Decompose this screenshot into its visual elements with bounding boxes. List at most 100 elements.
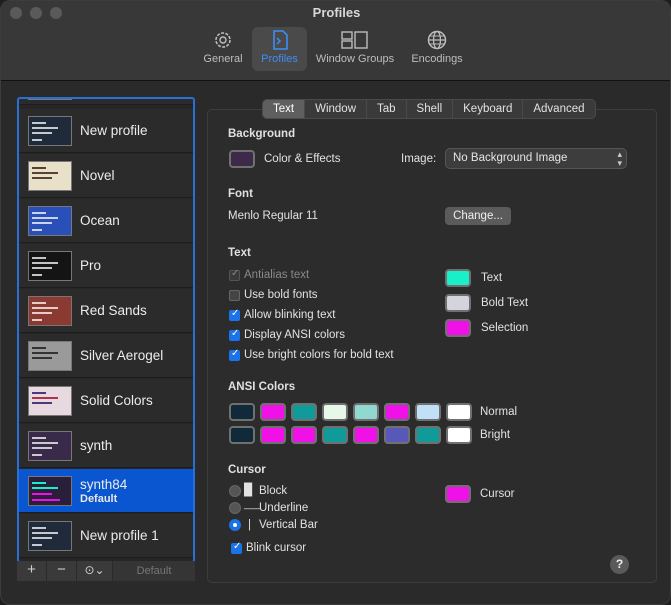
settings-tabs: Text Window Tab Shell Keyboard Advanced <box>262 99 596 119</box>
change-font-button[interactable]: Change... <box>445 207 511 225</box>
tab-shell[interactable]: Shell <box>407 100 454 118</box>
profiles-icon <box>252 27 307 53</box>
profile-thumbnail <box>28 205 72 236</box>
profile-row[interactable]: Solid Colors <box>19 379 193 423</box>
ansi-normal-swatch-7[interactable] <box>446 403 472 421</box>
ansi-bright-swatch-3[interactable] <box>322 426 348 444</box>
tab-window[interactable]: Window <box>305 100 367 118</box>
set-default-button[interactable]: Default <box>113 561 195 581</box>
profile-name: synth <box>80 438 113 453</box>
tab-advanced[interactable]: Advanced <box>523 100 594 118</box>
ansi-bright-swatch-2[interactable] <box>291 426 317 444</box>
add-profile-button[interactable]: + <box>17 561 47 581</box>
tab-text[interactable]: Text <box>263 100 306 118</box>
ansi-bright-swatch-7[interactable] <box>446 426 472 444</box>
ansi-bright-swatch-0[interactable] <box>229 426 255 444</box>
toolbar-window-groups-label: Window Groups <box>315 53 395 65</box>
profile-name: Ocean <box>80 213 120 228</box>
ansi-normal-swatch-2[interactable] <box>291 403 317 421</box>
cursor-color-swatch[interactable] <box>445 485 471 503</box>
ansi-bright-swatch-5[interactable] <box>384 426 410 444</box>
selection-color-swatch[interactable] <box>445 319 471 337</box>
background-color-swatch[interactable] <box>229 150 255 168</box>
ansi-bright-swatch-4[interactable] <box>353 426 379 444</box>
tab-tab[interactable]: Tab <box>367 100 407 118</box>
blink-cursor-checkbox[interactable] <box>231 541 242 554</box>
ansi-bright-swatch-6[interactable] <box>415 426 441 444</box>
bold-text-color-label: Bold Text <box>481 297 529 309</box>
blink-cursor-label: Blink cursor <box>246 542 307 554</box>
profile-thumbnail <box>28 340 72 371</box>
profile-row[interactable]: Red Sands <box>19 289 193 333</box>
bold-fonts-checkbox[interactable] <box>229 290 240 301</box>
profile-row[interactable]: synth <box>19 424 193 468</box>
ansi-colors-checkbox[interactable] <box>229 328 240 341</box>
cursor-color-label: Cursor <box>480 488 515 500</box>
toolbar: Profiles General Profiles Window Groups … <box>1 1 670 81</box>
profile-row-selected[interactable]: synth84 Default <box>19 469 193 513</box>
cursor-block-glyph: █ <box>244 484 253 496</box>
toolbar-general-label: General <box>203 53 243 65</box>
window-title: Profiles <box>312 5 361 20</box>
ansi-normal-swatch-6[interactable] <box>415 403 441 421</box>
profile-row-partial[interactable] <box>19 99 193 105</box>
profile-name: New profile <box>80 123 148 138</box>
profiles-window: Profiles General Profiles Window Groups … <box>0 0 671 605</box>
text-color-swatch[interactable] <box>445 269 471 287</box>
ansi-normal-swatch-4[interactable] <box>353 403 379 421</box>
default-profile-badge: Default <box>80 492 118 505</box>
cursor-vertical-bar-radio[interactable] <box>229 519 241 531</box>
more-actions-button[interactable]: ⊙⌄ <box>77 561 113 581</box>
profile-name: New profile 1 <box>80 528 159 543</box>
antialias-label: Antialias text <box>244 269 310 281</box>
text-color-label: Text <box>481 272 503 284</box>
profile-row[interactable]: Pro <box>19 244 193 288</box>
gear-icon <box>200 27 246 53</box>
bold-text-color-swatch[interactable] <box>445 294 471 312</box>
profile-row[interactable]: New profile <box>19 109 193 153</box>
profile-thumbnail <box>28 520 72 551</box>
profile-name: Novel <box>80 168 115 183</box>
profile-name: Pro <box>80 258 102 273</box>
blinking-text-checkbox[interactable] <box>229 308 240 321</box>
selection-color-label: Selection <box>481 322 529 334</box>
ansi-normal-swatch-0[interactable] <box>229 403 255 421</box>
font-header: Font <box>228 188 253 200</box>
ansi-bright-label: Bright <box>480 429 511 441</box>
font-value: Menlo Regular 11 <box>228 210 318 222</box>
ansi-normal-swatch-5[interactable] <box>384 403 410 421</box>
remove-profile-button[interactable]: − <box>47 561 77 581</box>
profile-row[interactable]: Ocean <box>19 199 193 243</box>
ansi-normal-swatch-1[interactable] <box>260 403 286 421</box>
profile-list[interactable]: New profile Novel Ocean Pro Red Sands Si… <box>17 97 195 563</box>
tab-keyboard[interactable]: Keyboard <box>453 100 524 118</box>
toolbar-encodings-button[interactable]: Encodings <box>406 27 468 71</box>
toolbar-profiles-button[interactable]: Profiles <box>252 27 307 71</box>
background-header: Background <box>228 128 296 140</box>
ansi-colors-header: ANSI Colors <box>228 381 296 393</box>
profile-thumbnail <box>28 430 72 461</box>
cursor-block-radio[interactable] <box>229 485 241 497</box>
bright-bold-checkbox[interactable] <box>229 348 240 361</box>
ansi-colors-label: Display ANSI colors <box>244 329 345 341</box>
profile-row[interactable]: Novel <box>19 154 193 198</box>
profile-row[interactable]: New profile 1 <box>19 514 193 558</box>
ansi-normal-swatch-3[interactable] <box>322 403 348 421</box>
toolbar-general-button[interactable]: General <box>200 27 246 71</box>
profile-row[interactable]: Silver Aerogel <box>19 334 193 378</box>
profile-name: synth84 <box>80 476 128 492</box>
profile-thumbnail <box>28 115 72 146</box>
toolbar-profiles-label: Profiles <box>261 53 298 65</box>
cursor-underline-radio[interactable] <box>229 502 241 514</box>
background-image-select[interactable]: No Background Image ▴ ▾ <box>445 148 627 169</box>
toolbar-window-groups-button[interactable]: Window Groups <box>311 27 399 71</box>
help-button[interactable]: ? <box>610 555 629 574</box>
cursor-block-label: Block <box>259 485 288 497</box>
bold-fonts-label: Use bold fonts <box>244 289 318 301</box>
text-header: Text <box>228 247 251 259</box>
globe-icon <box>406 27 468 53</box>
chevron-updown-icon: ▴ ▾ <box>617 149 622 168</box>
profile-name: Solid Colors <box>80 393 153 408</box>
ansi-bright-swatch-1[interactable] <box>260 426 286 444</box>
window-groups-icon <box>311 27 399 53</box>
